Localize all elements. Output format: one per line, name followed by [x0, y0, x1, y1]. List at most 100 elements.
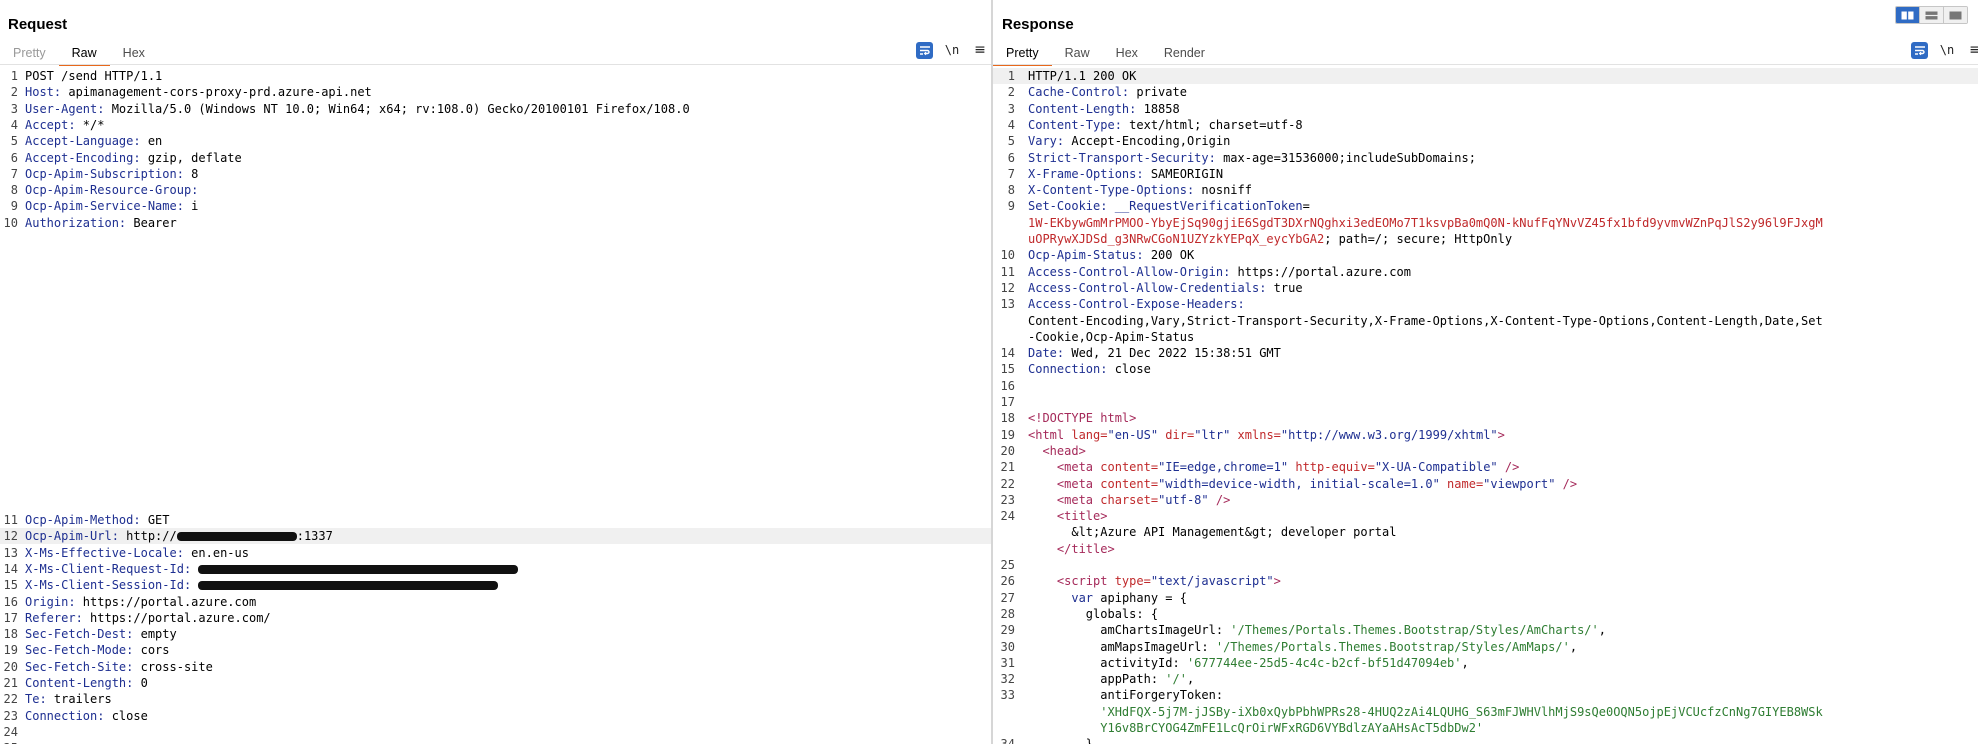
- response-line[interactable]: </title>: [993, 541, 1978, 557]
- response-line[interactable]: 31 activityId: '677744ee-25d5-4c4c-b2cf-…: [993, 655, 1978, 671]
- response-line[interactable]: 17: [993, 394, 1978, 410]
- response-line-text: </title>: [1028, 541, 1115, 557]
- request-tab-raw[interactable]: Raw: [58, 42, 110, 66]
- response-tab-render[interactable]: Render: [1151, 42, 1218, 64]
- line-number: 9: [10, 199, 18, 214]
- response-menu-icon[interactable]: ≡: [1966, 41, 1978, 59]
- response-line-text: -Cookie,Ocp-Apim-Status: [1028, 329, 1194, 345]
- request-line[interactable]: 9 Ocp-Apim-Service-Name: i: [0, 198, 991, 214]
- line-number: 11: [3, 513, 18, 527]
- response-line[interactable]: 25: [993, 557, 1978, 573]
- response-line[interactable]: 21 <meta content="IE=edge,chrome=1" http…: [993, 459, 1978, 475]
- response-line[interactable]: 32 appPath: '/',: [993, 671, 1978, 687]
- request-line[interactable]: 12 Ocp-Apim-Url: http://:1337: [0, 528, 991, 545]
- request-newline-toggle[interactable]: \n: [943, 41, 961, 59]
- response-line[interactable]: &lt;Azure API Management&gt; developer p…: [993, 524, 1978, 540]
- response-line[interactable]: 12 Access-Control-Allow-Credentials: true: [993, 280, 1978, 296]
- request-line-text: X-Ms-Client-Session-Id:: [25, 577, 499, 593]
- response-line[interactable]: 1 HTTP/1.1 200 OK: [993, 68, 1978, 84]
- request-line[interactable]: 8 Ocp-Apim-Resource-Group:: [0, 182, 991, 198]
- response-pretty-print-button[interactable]: [1911, 41, 1928, 59]
- response-line[interactable]: 15 Connection: close: [993, 361, 1978, 377]
- code-token: "text/javascript": [1150, 574, 1274, 589]
- response-line[interactable]: 30 amMapsImageUrl: '/Themes/Portals.Them…: [993, 639, 1978, 655]
- layout-stacked-button[interactable]: [1919, 7, 1943, 23]
- code-token: ; path=/; secure; HttpOnly: [1324, 232, 1513, 246]
- response-line[interactable]: 16: [993, 378, 1978, 394]
- request-line[interactable]: 11 Ocp-Apim-Method: GET: [0, 512, 991, 528]
- layout-side-by-side-button[interactable]: [1896, 7, 1919, 23]
- redaction-mark: [176, 532, 297, 542]
- code-token: "en-US": [1107, 427, 1166, 442]
- response-line[interactable]: 7 X-Frame-Options: SAMEORIGIN: [993, 166, 1978, 182]
- response-line[interactable]: 9 Set-Cookie: __RequestVerificationToken=: [993, 198, 1978, 214]
- response-line[interactable]: 33 antiForgeryToken:: [993, 687, 1978, 703]
- response-line[interactable]: 27 var apiphany = {: [993, 590, 1978, 606]
- response-line[interactable]: 22 <meta content="width=device-width, in…: [993, 476, 1978, 492]
- response-line[interactable]: 14 Date: Wed, 21 Dec 2022 15:38:51 GMT: [993, 345, 1978, 361]
- request-line[interactable]: 4 Accept: */*: [0, 117, 991, 133]
- request-line[interactable]: 3 User-Agent: Mozilla/5.0 (Windows NT 10.…: [0, 101, 991, 117]
- layout-toggle: [1895, 6, 1968, 24]
- response-line[interactable]: 11 Access-Control-Allow-Origin: https://p…: [993, 264, 1978, 280]
- request-line[interactable]: 6 Accept-Encoding: gzip, deflate: [0, 150, 991, 166]
- request-line[interactable]: 16 Origin: https://portal.azure.com: [0, 594, 991, 610]
- response-line[interactable]: 29 amChartsImageUrl: '/Themes/Portals.Th…: [993, 622, 1978, 638]
- response-line[interactable]: 24 <title>: [993, 508, 1978, 524]
- request-line[interactable]: 23 Connection: close: [0, 708, 991, 724]
- response-line[interactable]: uOPRywXJDSd_g3NRwCGoN1UZYzkYEPqX_eycYbGA…: [993, 231, 1978, 247]
- response-line[interactable]: 10 Ocp-Apim-Status: 200 OK: [993, 247, 1978, 263]
- response-line[interactable]: Y16v8BrCYOG4ZmFE1LcQrOirWFxRGD6VYBdlzAYa…: [993, 720, 1978, 736]
- request-line[interactable]: 15 X-Ms-Client-Session-Id:: [0, 577, 991, 593]
- response-line[interactable]: 4 Content-Type: text/html; charset=utf-8: [993, 117, 1978, 133]
- response-line[interactable]: 20 <head>: [993, 443, 1978, 459]
- response-tab-pretty[interactable]: Pretty: [993, 42, 1052, 66]
- request-line[interactable]: 24: [0, 724, 991, 740]
- response-line[interactable]: 5 Vary: Accept-Encoding,Origin: [993, 133, 1978, 149]
- request-line-text: Authorization: Bearer: [25, 215, 177, 231]
- request-line[interactable]: 25: [0, 740, 991, 744]
- header-name: X-Ms-Effective-Locale:: [25, 545, 184, 560]
- response-editor[interactable]: 1 HTTP/1.1 200 OK 2 Cache-Control: private 3…: [993, 67, 1978, 744]
- response-line[interactable]: 2 Cache-Control: private: [993, 84, 1978, 100]
- response-tab-hex[interactable]: Hex: [1103, 42, 1151, 64]
- response-tab-raw[interactable]: Raw: [1052, 42, 1103, 64]
- request-line[interactable]: 13 X-Ms-Effective-Locale: en.en-us: [0, 545, 991, 561]
- response-newline-toggle[interactable]: \n: [1938, 41, 1956, 59]
- request-line[interactable]: 14 X-Ms-Client-Request-Id:: [0, 561, 991, 577]
- request-pretty-print-button[interactable]: [916, 41, 933, 59]
- layout-tabs-button[interactable]: [1943, 7, 1967, 23]
- request-line[interactable]: 18 Sec-Fetch-Dest: empty: [0, 626, 991, 642]
- response-line[interactable]: 19 <html lang="en-US" dir="ltr" xmlns="ht…: [993, 427, 1978, 443]
- response-line[interactable]: 23 <meta charset="utf-8" />: [993, 492, 1978, 508]
- header-name: User-Agent:: [25, 101, 105, 116]
- request-line[interactable]: 20 Sec-Fetch-Site: cross-site: [0, 659, 991, 675]
- response-line[interactable]: 3 Content-Length: 18858: [993, 101, 1978, 117]
- response-line[interactable]: 8 X-Content-Type-Options: nosniff: [993, 182, 1978, 198]
- request-line[interactable]: 7 Ocp-Apim-Subscription: 8: [0, 166, 991, 182]
- response-line[interactable]: 18 <!DOCTYPE html>: [993, 410, 1978, 426]
- request-menu-icon[interactable]: ≡: [971, 41, 989, 59]
- response-line[interactable]: Content-Encoding,Vary,Strict-Transport-S…: [993, 313, 1978, 329]
- response-line[interactable]: 6 Strict-Transport-Security: max-age=3153…: [993, 150, 1978, 166]
- response-line[interactable]: 'XHdFQX-5j7M-jJSBy-iXb0xQybPbhWPRs28-4HU…: [993, 704, 1978, 720]
- request-line[interactable]: 17 Referer: https://portal.azure.com/: [0, 610, 991, 626]
- request-line[interactable]: 19 Sec-Fetch-Mode: cors: [0, 642, 991, 658]
- request-line[interactable]: 2 Host: apimanagement-cors-proxy-prd.azur…: [0, 84, 991, 100]
- request-line[interactable]: 22 Te: trailers: [0, 691, 991, 707]
- request-line[interactable]: 10 Authorization: Bearer: [0, 215, 991, 231]
- request-line[interactable]: 5 Accept-Language: en: [0, 133, 991, 149]
- request-tab-pretty[interactable]: Pretty: [0, 42, 59, 64]
- request-tab-hex[interactable]: Hex: [110, 42, 158, 64]
- response-line[interactable]: 13 Access-Control-Expose-Headers:: [993, 296, 1978, 312]
- response-line[interactable]: 28 globals: {: [993, 606, 1978, 622]
- response-line[interactable]: -Cookie,Ocp-Apim-Status: [993, 329, 1978, 345]
- response-line[interactable]: 34 },: [993, 736, 1978, 744]
- request-line[interactable]: 21 Content-Length: 0: [0, 675, 991, 691]
- request-line[interactable]: 1 POST /send HTTP/1.1: [0, 68, 991, 84]
- response-line[interactable]: 1W-EKbywGmMrPMOO-YbyEjSq90gjiE6SgdT3DXrN…: [993, 215, 1978, 231]
- request-line-text: Ocp-Apim-Url: http://:1337: [25, 528, 333, 544]
- response-line[interactable]: 26 <script type="text/javascript">: [993, 573, 1978, 589]
- request-line-text: Sec-Fetch-Dest: empty: [25, 626, 177, 642]
- request-editor[interactable]: 1 POST /send HTTP/1.1 2 Host: apimanagement…: [0, 67, 991, 744]
